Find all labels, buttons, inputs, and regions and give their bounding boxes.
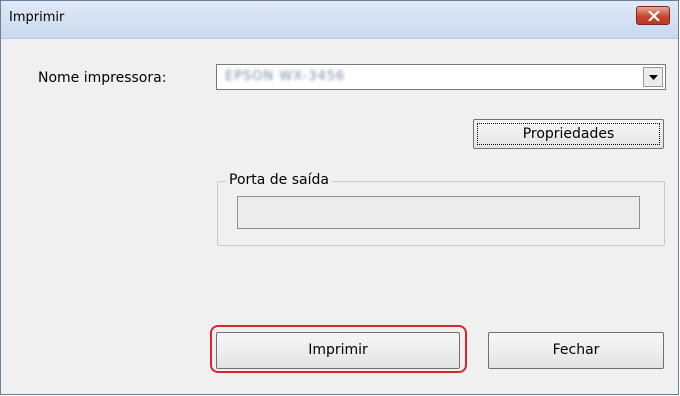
title-bar: Imprimir — [1, 1, 678, 39]
close-window-button[interactable] — [636, 6, 670, 25]
printer-select-value: EPSON WX-3456 — [225, 69, 346, 84]
close-button-label: Fechar — [552, 342, 600, 358]
printer-select[interactable]: EPSON WX-3456 — [216, 64, 666, 90]
print-button-highlight — [210, 325, 467, 373]
output-port-field — [237, 196, 640, 229]
printer-dropdown-button[interactable] — [643, 67, 663, 87]
printer-name-label: Nome impressora: — [38, 70, 167, 86]
focus-rectangle — [477, 123, 660, 145]
properties-button[interactable]: Propriedades — [473, 119, 664, 149]
output-port-legend: Porta de saída — [226, 172, 332, 188]
close-button[interactable]: Fechar — [488, 332, 664, 369]
close-icon — [648, 11, 660, 21]
chevron-down-icon — [649, 75, 658, 80]
window-title: Imprimir — [9, 10, 65, 25]
